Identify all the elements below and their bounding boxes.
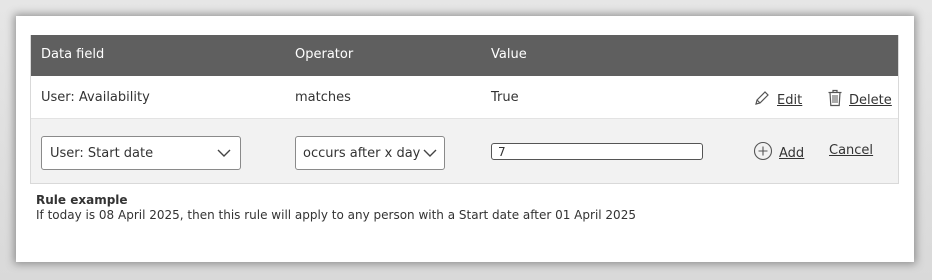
add-label: Add <box>779 145 805 161</box>
rule-example-title: Rule example <box>36 193 128 207</box>
row-field: User: Availability <box>41 90 150 105</box>
operator-selected: occurs after x days a <box>303 146 421 161</box>
screenshot-backdrop: Data field Operator Value User: Availabi… <box>0 0 932 280</box>
rules-table: Data field Operator Value User: Availabi… <box>30 35 899 184</box>
header-value: Value <box>491 47 527 62</box>
delete-button[interactable]: Delete <box>827 89 892 111</box>
trash-icon <box>827 89 843 111</box>
operator-select[interactable]: occurs after x days a <box>295 136 445 170</box>
new-rule-row: User: Start date occurs after x days a <box>31 119 898 183</box>
plus-circle-icon <box>753 141 773 165</box>
row-operator: matches <box>295 90 351 105</box>
edit-button[interactable]: Edit <box>753 89 802 111</box>
rule-example-text: If today is 08 April 2025, then this rul… <box>36 208 636 222</box>
pencil-icon <box>753 89 771 111</box>
delete-label: Delete <box>849 92 892 108</box>
edit-label: Edit <box>777 92 803 108</box>
header-data-field: Data field <box>41 47 105 62</box>
chevron-down-icon <box>216 146 232 164</box>
data-field-select[interactable]: User: Start date <box>41 136 241 170</box>
table-header: Data field Operator Value <box>31 35 898 76</box>
add-button[interactable]: Add <box>753 141 804 165</box>
rules-panel: Data field Operator Value User: Availabi… <box>16 16 914 262</box>
chevron-down-icon <box>422 146 438 164</box>
table-row: User: Availability matches True Edit Del… <box>31 76 898 119</box>
value-input[interactable] <box>491 143 703 160</box>
cancel-button[interactable]: Cancel <box>829 143 873 158</box>
row-value: True <box>491 90 519 105</box>
header-operator: Operator <box>295 47 354 62</box>
data-field-selected: User: Start date <box>50 146 154 161</box>
cancel-label: Cancel <box>829 143 874 158</box>
